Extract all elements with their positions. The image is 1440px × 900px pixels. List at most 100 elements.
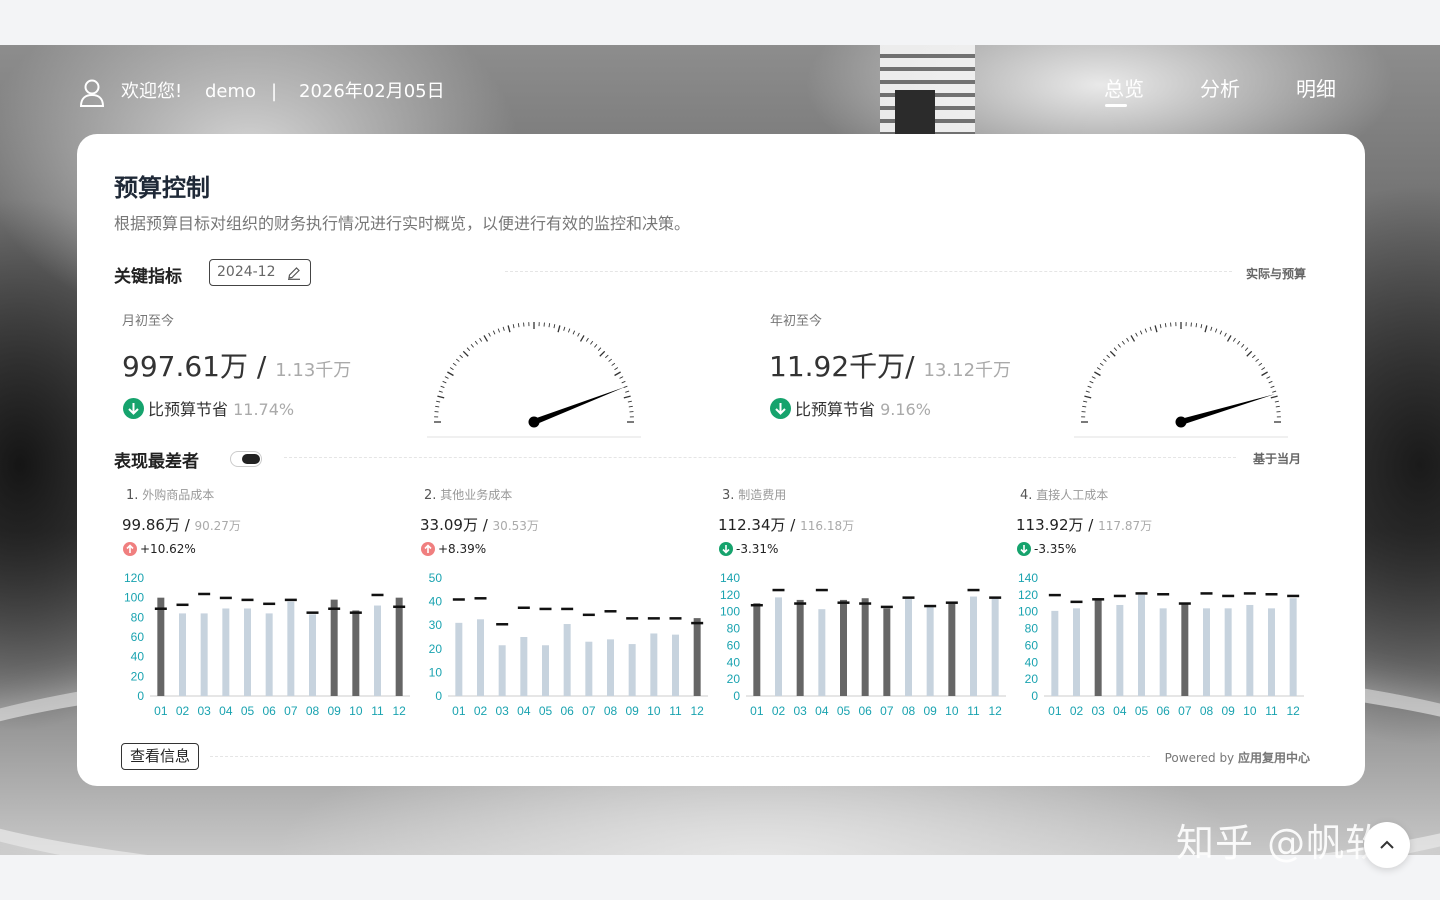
gauge-tick: [437, 395, 445, 399]
bar-budget-marker: [626, 617, 639, 620]
gauge-base: [1074, 436, 1288, 438]
y-tick-label: 20: [429, 642, 443, 656]
x-tick-label: 10: [647, 704, 661, 718]
performer-3-chart: 0 20 40 60 80 100 120 140 01 02 03 04 05 06 07 08 09 10 11…: [720, 571, 1006, 718]
arrow-up-icon: [123, 541, 137, 556]
mtd-status-pct: 11.74%: [233, 400, 295, 419]
y-tick-label: 0: [733, 689, 740, 703]
gauge-tick: [1241, 344, 1245, 348]
performer-1-change: +10.62%: [123, 541, 196, 557]
gauge-tick: [435, 405, 440, 408]
bar-budget-marker: [561, 607, 574, 611]
bar-budget-marker: [539, 607, 552, 611]
gauge-tick: [497, 328, 501, 333]
gauge-needle-hub: [528, 416, 540, 428]
bar-actual: [991, 598, 999, 696]
performer-actual: 112.34万: [718, 516, 786, 534]
x-tick-label: 03: [1091, 704, 1105, 718]
y-tick-label: 80: [131, 610, 145, 624]
gauge-tick: [1210, 326, 1213, 331]
nav-detail[interactable]: 明细: [1296, 76, 1336, 102]
gauge-tick: [483, 335, 489, 342]
x-tick-label: 12: [392, 704, 406, 718]
performer-actual: 33.09万: [420, 516, 478, 534]
x-tick-label: 03: [495, 704, 509, 718]
mtd-actual: 997.61万: [122, 350, 248, 383]
performer-change-pct: +8.39%: [438, 542, 487, 556]
username: demo: [205, 81, 257, 102]
gauge-tick: [1272, 390, 1277, 393]
gauge-tick: [1237, 340, 1241, 345]
y-tick-label: 80: [1025, 622, 1039, 636]
gauge-tick: [1113, 347, 1118, 351]
gauge-tick: [623, 385, 628, 389]
mtd-budget: 1.13千万: [275, 360, 352, 381]
scroll-top-button[interactable]: [1364, 822, 1410, 868]
bar-actual: [309, 614, 316, 696]
gauge-needle: [532, 386, 626, 425]
gauge-tick: [436, 400, 441, 403]
gauge-tick: [1270, 385, 1275, 389]
bar-actual: [926, 605, 934, 696]
ytd-value: 11.92千万/ 13.12千万: [769, 345, 1011, 385]
gauge-tick: [479, 337, 483, 342]
gauge-tick: [1219, 330, 1223, 335]
gauge-tick: [553, 324, 556, 329]
y-tick-label: 0: [435, 689, 442, 703]
bar-actual: [672, 634, 679, 696]
gauge-tick: [474, 340, 478, 345]
mtd-status: 比预算节省 11.74%: [123, 398, 295, 421]
gauge-tick: [1214, 328, 1218, 333]
performer-title: 其他业务成本: [440, 488, 513, 502]
gauge-tick: [488, 332, 491, 337]
bar-budget-marker: [945, 601, 958, 604]
bar-budget-marker: [794, 602, 807, 605]
nav-analysis[interactable]: 分析: [1200, 76, 1240, 102]
x-tick-label: 05: [539, 704, 553, 718]
period-picker[interactable]: 2024-12: [209, 259, 311, 286]
y-tick-label: 140: [1018, 571, 1038, 585]
arrow-down-icon: [123, 398, 144, 419]
gauge-tick: [597, 347, 602, 351]
x-tick-label: 09: [625, 704, 639, 718]
bar-budget-marker: [198, 592, 211, 596]
performer-4-change: -3.35%: [1017, 541, 1076, 557]
gauge-tick: [502, 326, 505, 331]
bar-budget-marker: [241, 598, 254, 602]
toggle-knob: [242, 454, 260, 464]
bar-actual: [563, 624, 571, 696]
bar-actual: [1246, 604, 1254, 696]
nav-overview[interactable]: 总览: [1104, 76, 1144, 102]
x-tick-label: 04: [219, 704, 233, 718]
view-info-button[interactable]: 查看信息: [121, 743, 199, 770]
mtd-status-text: 比预算节省: [148, 400, 229, 419]
bar-budget-marker: [154, 607, 167, 610]
x-tick-label: 08: [604, 704, 618, 718]
mtd-value: 997.61万 / 1.13千万: [122, 345, 351, 385]
bar-budget-marker: [815, 588, 828, 592]
gauge-tick: [1139, 330, 1143, 335]
gauge-tick: [1195, 323, 1198, 328]
bar-actual: [1073, 608, 1080, 696]
gauge-tick: [1164, 323, 1167, 328]
gauge-tick: [1126, 337, 1130, 342]
bar-actual: [374, 605, 381, 696]
gauge-tick: [459, 354, 463, 359]
performer-actual: 99.86万: [122, 516, 180, 534]
gauge-tick: [577, 332, 580, 337]
x-tick-label: 06: [262, 704, 276, 718]
y-tick-label: 40: [131, 650, 145, 664]
powered-by: Powered by 应用复用中心: [1165, 749, 1310, 766]
bar-actual: [222, 608, 230, 696]
gauge-tick: [442, 380, 447, 384]
chevron-up-icon: [1380, 840, 1394, 849]
bar-actual: [796, 599, 804, 696]
y-tick-label: 100: [1018, 605, 1038, 619]
worst-performers-toggle[interactable]: [230, 451, 262, 467]
y-tick-label: 20: [131, 669, 145, 683]
gauge-tick: [507, 325, 511, 333]
gauge-tick: [614, 367, 619, 371]
bar-actual: [520, 637, 528, 696]
gauge-tick: [517, 323, 520, 328]
gauge-tick: [1149, 326, 1152, 331]
